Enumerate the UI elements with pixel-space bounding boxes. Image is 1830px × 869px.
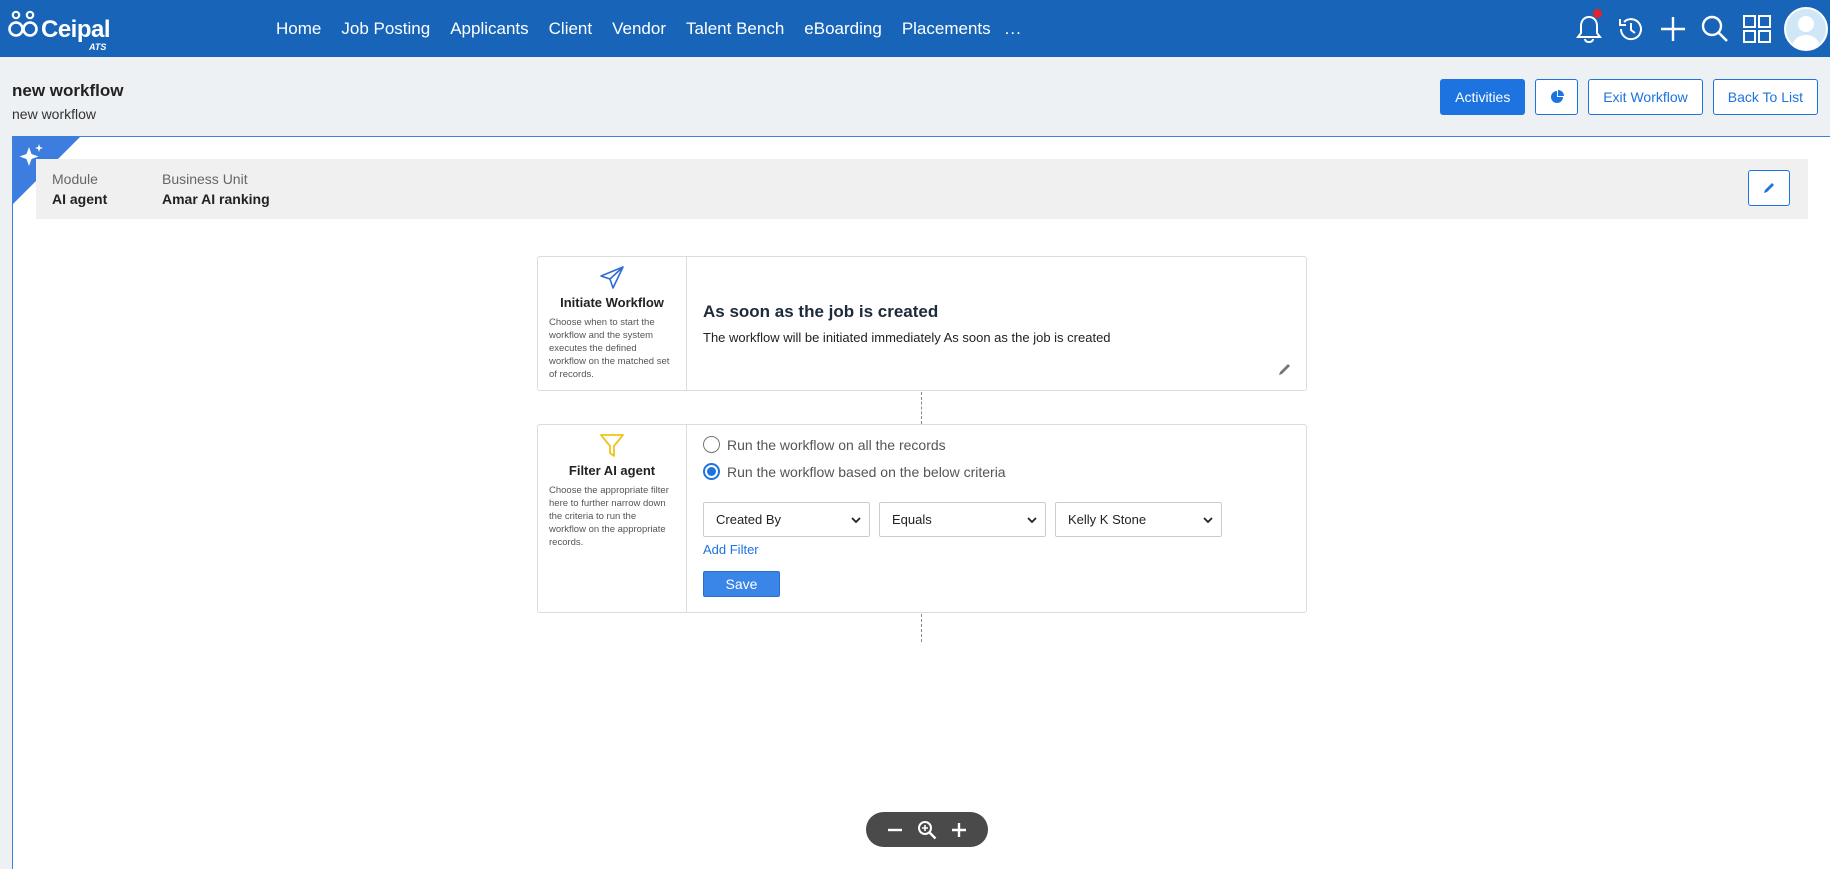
logo-rings-icon bbox=[8, 10, 38, 37]
filter-value-value: Kelly K Stone bbox=[1068, 512, 1147, 527]
save-button[interactable]: Save bbox=[703, 571, 780, 597]
bell-icon[interactable] bbox=[1568, 0, 1610, 57]
module-label: Module bbox=[52, 171, 98, 187]
filter-funnel-icon bbox=[600, 434, 624, 457]
user-avatar-icon bbox=[1791, 15, 1821, 49]
activities-button[interactable]: Activities bbox=[1440, 79, 1526, 115]
business-unit-value: Amar AI ranking bbox=[162, 191, 270, 207]
business-unit-label: Business Unit bbox=[162, 171, 248, 187]
top-icons bbox=[1568, 0, 1830, 57]
zoom-icon bbox=[918, 820, 937, 839]
add-filter-link[interactable]: Add Filter bbox=[703, 542, 759, 557]
notification-dot bbox=[1593, 9, 1602, 18]
edit-info-button[interactable] bbox=[1748, 170, 1790, 206]
history-icon[interactable] bbox=[1610, 0, 1652, 57]
filter-card: Filter AI agent Choose the appropriate f… bbox=[537, 424, 1307, 613]
avatar[interactable] bbox=[1784, 6, 1828, 51]
filter-title: Filter AI agent bbox=[568, 463, 656, 478]
nav-applicants[interactable]: Applicants bbox=[450, 19, 528, 39]
trigger-heading: As soon as the job is created bbox=[703, 302, 939, 321]
radio-button-selected[interactable] bbox=[703, 463, 720, 480]
chevron-down-icon bbox=[851, 517, 861, 524]
top-navigation-bar: Ceipal ATS Home Job Posting Applicants C… bbox=[0, 0, 1830, 57]
ceipal-logo[interactable]: Ceipal ATS bbox=[7, 6, 117, 52]
connector-line bbox=[921, 392, 922, 424]
initiate-workflow-card: Initiate Workflow Choose when to start t… bbox=[537, 256, 1307, 391]
radio-criteria[interactable]: Run the workflow based on the below crit… bbox=[703, 463, 1006, 480]
header-actions: Activities Exit Workflow Back To List bbox=[1440, 79, 1818, 115]
nav-home[interactable]: Home bbox=[276, 19, 321, 39]
filter-value-select[interactable]: Kelly K Stone bbox=[1055, 502, 1222, 537]
filter-field-value: Created By bbox=[716, 512, 782, 527]
workflow-info-bar: Module AI agent Business Unit Amar AI ra… bbox=[36, 159, 1808, 219]
search-icon[interactable] bbox=[1694, 0, 1736, 57]
chevron-down-icon bbox=[1027, 517, 1037, 524]
grid-icon[interactable] bbox=[1736, 0, 1778, 57]
radio-criteria-label: Run the workflow based on the below crit… bbox=[727, 463, 1006, 480]
workflow-panel: Module AI agent Business Unit Amar AI ra… bbox=[12, 136, 1830, 869]
nav-talent-bench[interactable]: Talent Bench bbox=[686, 19, 784, 39]
nav-job-posting[interactable]: Job Posting bbox=[341, 19, 430, 39]
back-to-list-button[interactable]: Back To List bbox=[1712, 79, 1818, 115]
initiate-workflow-title: Initiate Workflow bbox=[560, 295, 664, 310]
radio-all-label: Run the workflow on all the records bbox=[727, 436, 946, 453]
pencil-icon bbox=[1279, 364, 1290, 375]
business-unit-info: Business Unit Amar AI ranking bbox=[162, 171, 270, 207]
logo-brand-text: Ceipal bbox=[41, 16, 111, 43]
nav-more[interactable]: ... bbox=[1005, 19, 1022, 39]
zoom-controls bbox=[866, 812, 988, 847]
pie-chart-icon bbox=[1550, 90, 1564, 103]
radio-all-records[interactable]: Run the workflow on all the records bbox=[703, 436, 946, 453]
pencil-icon bbox=[1764, 183, 1774, 193]
filter-description: Choose the appropriate filter here to fu… bbox=[549, 485, 669, 548]
filter-field-select[interactable]: Created By bbox=[703, 502, 870, 537]
chevron-down-icon bbox=[1203, 517, 1213, 524]
nav-eboarding[interactable]: eBoarding bbox=[804, 19, 882, 39]
minus-icon bbox=[888, 828, 902, 831]
zoom-in-button[interactable] bbox=[951, 822, 967, 838]
plus-icon[interactable] bbox=[1652, 0, 1694, 57]
module-value: AI agent bbox=[52, 191, 108, 207]
initiate-workflow-description: Choose when to start the workflow and th… bbox=[549, 317, 670, 380]
initiate-workflow-summary: Initiate Workflow Choose when to start t… bbox=[538, 257, 687, 390]
main-nav: Home Job Posting Applicants Client Vendo… bbox=[266, 0, 1032, 57]
logo-product-text: ATS bbox=[89, 42, 107, 52]
filter-summary: Filter AI agent Choose the appropriate f… bbox=[538, 425, 687, 612]
page-subtitle: new workflow bbox=[12, 106, 97, 122]
exit-workflow-button[interactable]: Exit Workflow bbox=[1588, 79, 1703, 115]
radio-button[interactable] bbox=[703, 436, 720, 453]
paper-plane-icon bbox=[600, 266, 624, 289]
filter-operator-select[interactable]: Equals bbox=[879, 502, 1046, 537]
analytics-button[interactable] bbox=[1535, 79, 1579, 115]
module-info: Module AI agent bbox=[52, 171, 107, 207]
nav-client[interactable]: Client bbox=[549, 19, 592, 39]
page-title: new workflow bbox=[12, 81, 124, 100]
zoom-out-button[interactable] bbox=[887, 822, 903, 838]
nav-vendor[interactable]: Vendor bbox=[612, 19, 666, 39]
edit-trigger-button[interactable] bbox=[1278, 362, 1292, 381]
filter-operator-value: Equals bbox=[892, 512, 932, 527]
nav-placements[interactable]: Placements bbox=[902, 19, 991, 39]
trigger-description: The workflow will be initiated immediate… bbox=[703, 330, 1111, 345]
connector-line bbox=[921, 614, 922, 642]
plus-icon bbox=[952, 822, 966, 837]
zoom-reset-button[interactable] bbox=[917, 820, 937, 840]
